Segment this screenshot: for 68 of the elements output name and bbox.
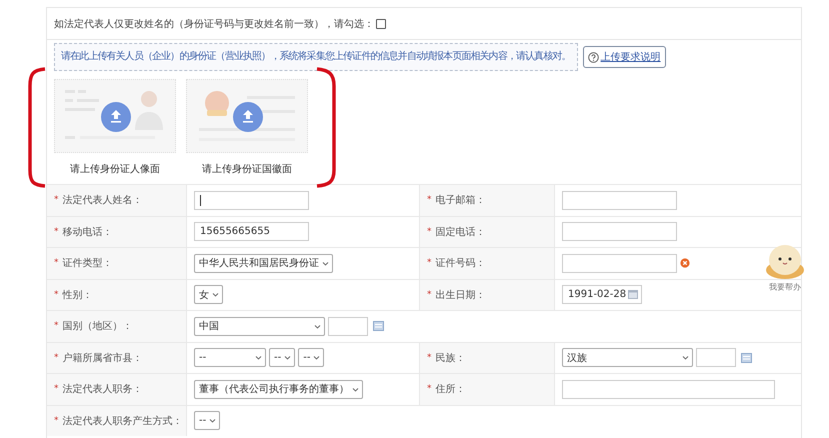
calendar-icon bbox=[628, 290, 638, 300]
field-label: 固定电话： bbox=[436, 226, 486, 239]
upload-notice: 请在此上传有关人员（企业）的身份证（营业执照），系统将采集您上传证件的信息并自动填报本页面相关内容，请认真核对。 bbox=[54, 43, 578, 71]
input-field[interactable] bbox=[562, 190, 677, 210]
help-button[interactable]: 上传要求说明 bbox=[582, 46, 666, 68]
field-label: 法定代表人职务： bbox=[62, 382, 142, 396]
select-field[interactable]: 董事（代表公司执行事务的董事） bbox=[194, 380, 363, 399]
required-mark: * bbox=[54, 416, 58, 426]
caret-icon bbox=[209, 418, 216, 424]
caret-icon bbox=[682, 355, 689, 360]
required-mark: * bbox=[427, 352, 432, 363]
checkbox[interactable] bbox=[376, 18, 386, 28]
field-label: 出生日期： bbox=[436, 288, 486, 302]
caret-icon bbox=[314, 324, 321, 329]
select-field[interactable]: -- bbox=[269, 348, 296, 368]
caret-icon bbox=[284, 355, 292, 360]
upload-icon bbox=[101, 102, 131, 132]
upload-caption: 请上传身份证人像面 bbox=[70, 162, 160, 176]
checkbox-label: 如法定代表人仅更改姓名的（身份证号码与更改姓名前一致），请勾选： bbox=[54, 18, 374, 30]
field-label: 住所： bbox=[436, 382, 466, 396]
select-field[interactable]: 中华人民共和国居民身份证 bbox=[194, 254, 333, 273]
caret-icon bbox=[322, 260, 329, 266]
input-field[interactable] bbox=[562, 254, 677, 273]
caret-icon bbox=[255, 355, 262, 360]
select-field[interactable]: -- bbox=[194, 348, 266, 368]
list-icon bbox=[373, 321, 384, 332]
required-mark: * bbox=[54, 290, 58, 300]
required-mark: * bbox=[427, 226, 432, 237]
field-label: 户籍所属省市县： bbox=[62, 352, 142, 365]
field-label: 法定代表人姓名： bbox=[62, 194, 142, 208]
input-field[interactable] bbox=[562, 222, 677, 242]
input-field[interactable] bbox=[328, 316, 368, 336]
list-icon bbox=[741, 352, 752, 363]
field-label: 法定代表人职务产生方式： bbox=[62, 414, 182, 428]
field-label: 证件号码： bbox=[436, 257, 486, 270]
required-mark: * bbox=[427, 290, 432, 300]
input-field[interactable] bbox=[696, 348, 736, 368]
upload-icon bbox=[233, 102, 263, 132]
select-field[interactable]: -- bbox=[194, 411, 220, 430]
required-mark: * bbox=[54, 226, 58, 237]
input-field[interactable]: 15655665655 bbox=[194, 222, 309, 242]
required-mark: * bbox=[427, 258, 432, 268]
field-label: 移动电话： bbox=[62, 226, 112, 239]
input-field[interactable] bbox=[194, 190, 309, 210]
required-mark: * bbox=[54, 384, 58, 394]
upload-caption: 请上传身份证国徽面 bbox=[202, 162, 292, 176]
caret-icon bbox=[352, 386, 359, 392]
select-field[interactable]: 中国 bbox=[194, 316, 325, 336]
select-field[interactable]: -- bbox=[298, 348, 324, 368]
field-label: 国别（地区）： bbox=[62, 320, 132, 334]
required-mark: * bbox=[427, 384, 432, 394]
input-field[interactable] bbox=[562, 380, 775, 399]
field-label: 性别： bbox=[62, 288, 92, 302]
required-mark: * bbox=[54, 321, 58, 332]
caret-icon bbox=[313, 355, 320, 360]
date-field[interactable]: 1991-02-28 bbox=[562, 285, 642, 304]
required-mark: * bbox=[54, 258, 58, 268]
required-mark: * bbox=[427, 195, 432, 206]
field-label: 民族： bbox=[436, 352, 466, 365]
select-field[interactable]: 汉族 bbox=[562, 348, 693, 368]
caret-icon bbox=[212, 292, 219, 298]
helper-link[interactable]: 我要帮办 bbox=[769, 281, 801, 293]
required-mark: * bbox=[54, 195, 58, 206]
field-label: 电子邮箱： bbox=[436, 194, 486, 208]
select-field[interactable]: 女 bbox=[194, 285, 223, 304]
help-icon bbox=[588, 52, 599, 62]
field-label: 证件类型： bbox=[62, 256, 112, 270]
required-mark: * bbox=[54, 352, 58, 363]
